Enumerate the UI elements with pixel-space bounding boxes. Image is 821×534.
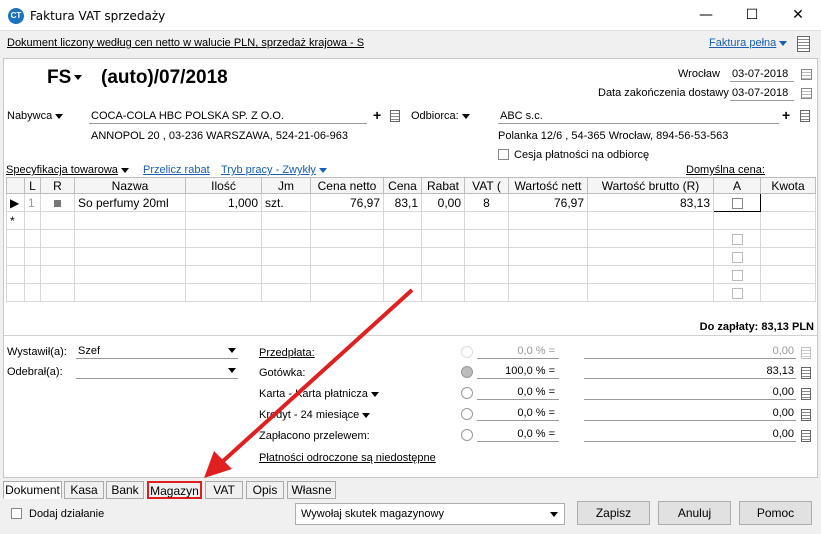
arrow-line [220, 288, 414, 464]
annotation-arrow [204, 288, 414, 478]
